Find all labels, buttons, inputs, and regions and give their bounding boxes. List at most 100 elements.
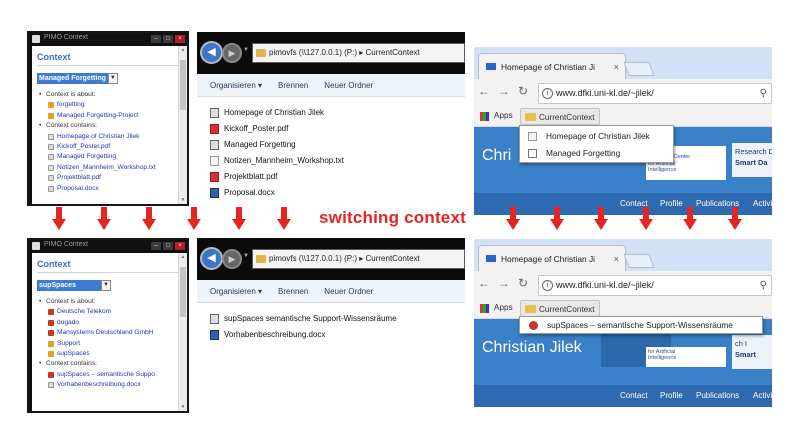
bookmark-folder-currentcontext[interactable]: CurrentContext bbox=[520, 108, 600, 125]
chevron-down-icon[interactable]: ▼ bbox=[107, 72, 118, 84]
apps-link[interactable]: Apps bbox=[494, 111, 513, 120]
context-window-titlebar[interactable]: PIMO Context – □ × bbox=[29, 240, 187, 253]
forward-icon[interactable]: → bbox=[498, 84, 510, 98]
file-item[interactable]: Homepage of Christian Jilek bbox=[210, 105, 465, 121]
list-item[interactable]: Deutsche Telekom bbox=[37, 307, 185, 317]
explorer-address-bar[interactable]: pimovfs (\\127.0.0.1) (P:) ▸ CurrentCont… bbox=[252, 43, 465, 63]
folder-icon bbox=[256, 255, 266, 263]
forward-icon[interactable]: → bbox=[498, 276, 510, 290]
scroll-down-icon[interactable]: ▼ bbox=[179, 404, 187, 410]
list-item[interactable]: Homepage of Christian Jilek bbox=[37, 132, 185, 142]
apps-link[interactable]: Apps bbox=[494, 303, 513, 312]
menu-item[interactable]: Homepage of Christian Jilek bbox=[520, 128, 673, 145]
file-item[interactable]: Projektblatt.pdf bbox=[210, 169, 465, 185]
apps-grid-icon[interactable] bbox=[480, 304, 489, 313]
tag-icon bbox=[48, 351, 54, 358]
nav-activities[interactable]: Activi bbox=[753, 391, 772, 400]
close-tab-icon[interactable]: × bbox=[614, 54, 619, 80]
list-item[interactable]: Support bbox=[37, 339, 185, 349]
scrollbar[interactable]: ▲ ▼ bbox=[178, 46, 187, 204]
file-item[interactable]: Notizen_Mannheim_Workshop.txt bbox=[210, 153, 465, 169]
web-resource-icon bbox=[48, 371, 54, 378]
back-icon[interactable]: ← bbox=[478, 84, 490, 98]
chevron-down-icon[interactable]: ▼ bbox=[101, 279, 111, 291]
file-item[interactable]: Vorhabenbeschreibung.docx bbox=[210, 327, 465, 343]
close-tab-icon[interactable]: × bbox=[614, 246, 619, 272]
close-button[interactable]: × bbox=[175, 35, 185, 43]
url-input[interactable]: i www.dfki.uni-kl.de/~jilek/ ⚲ bbox=[538, 275, 772, 296]
list-item[interactable]: Vorhabenbeschreibung.docx bbox=[37, 380, 185, 390]
list-item[interactable]: Notizen_Mannheim_Workshop.txt bbox=[37, 163, 185, 173]
scroll-thumb[interactable] bbox=[180, 267, 186, 317]
context-window-titlebar[interactable]: PIMO Context – □ × bbox=[29, 33, 187, 46]
apps-grid-icon[interactable] bbox=[480, 112, 489, 121]
forward-arrow-icon[interactable]: ▶ bbox=[222, 43, 242, 63]
menu-item[interactable]: Managed Forgetting bbox=[520, 145, 673, 162]
document-icon bbox=[528, 149, 537, 158]
nav-profile[interactable]: Profile bbox=[660, 391, 683, 400]
nav-publications[interactable]: Publications bbox=[696, 391, 739, 400]
explorer-address-bar[interactable]: pimovfs (\\127.0.0.1) (P:) ▸ CurrentCont… bbox=[252, 249, 465, 269]
about-label: • Context is about: bbox=[39, 298, 96, 305]
history-dropdown-icon[interactable]: ▼ bbox=[243, 253, 249, 259]
header-right-text: ch I Smart bbox=[732, 335, 772, 369]
list-item[interactable]: Mansystems Deutschland GmbH bbox=[37, 328, 185, 338]
new-tab-button[interactable] bbox=[623, 254, 655, 268]
nav-activities[interactable]: Activi bbox=[753, 199, 772, 208]
bookmark-dropdown-bottom[interactable]: supSpaces – semantische Support-Wissensr… bbox=[519, 316, 763, 334]
file-item[interactable]: Kickoff_Poster.pdf bbox=[210, 121, 465, 137]
file-item[interactable]: supSpaces semantische Support-Wissensräu… bbox=[210, 311, 465, 327]
bookmark-folder-currentcontext[interactable]: CurrentContext bbox=[520, 300, 600, 317]
context-select[interactable]: supSpaces ▼ bbox=[37, 279, 111, 291]
new-tab-button[interactable] bbox=[623, 62, 655, 76]
minimize-button[interactable]: – bbox=[151, 242, 161, 250]
back-icon[interactable]: ← bbox=[478, 276, 490, 290]
history-dropdown-icon[interactable]: ▼ bbox=[243, 47, 249, 53]
list-item[interactable]: Kickoff_Poster.pdf bbox=[37, 142, 185, 152]
organize-button[interactable]: Organisieren ▾ bbox=[210, 287, 262, 296]
list-item[interactable]: Managed Forgetting-Project bbox=[37, 111, 185, 121]
burn-button[interactable]: Brennen bbox=[278, 81, 308, 90]
reload-icon[interactable]: ↻ bbox=[518, 276, 528, 290]
info-icon[interactable]: i bbox=[542, 88, 553, 99]
context-select[interactable]: Managed Forgetting ▼ bbox=[37, 72, 118, 84]
nav-profile[interactable]: Profile bbox=[660, 199, 683, 208]
scrollbar[interactable]: ▲ ▼ bbox=[178, 253, 187, 411]
file-item[interactable]: Managed Forgetting bbox=[210, 137, 465, 153]
burn-button[interactable]: Brennen bbox=[278, 287, 308, 296]
maximize-button[interactable]: □ bbox=[163, 242, 173, 250]
reload-icon[interactable]: ↻ bbox=[518, 84, 528, 98]
browser-tab[interactable]: Homepage of Christian Ji × bbox=[478, 245, 626, 272]
forward-arrow-icon[interactable]: ▶ bbox=[222, 249, 242, 269]
zoom-icon[interactable]: ⚲ bbox=[760, 84, 767, 103]
back-arrow-icon[interactable]: ◀ bbox=[200, 247, 223, 270]
list-item[interactable]: dogado bbox=[37, 318, 185, 328]
down-arrow-icon bbox=[277, 207, 291, 231]
explorer-path: pimovfs (\\127.0.0.1) (P:) ▸ CurrentCont… bbox=[269, 48, 420, 57]
url-input[interactable]: i www.dfki.uni-kl.de/~jilek/ ⚲ bbox=[538, 83, 772, 104]
nav-contact[interactable]: Contact bbox=[620, 391, 648, 400]
new-folder-button[interactable]: Neuer Ordner bbox=[324, 81, 373, 90]
list-item[interactable]: Proposal.docx bbox=[37, 184, 185, 194]
maximize-button[interactable]: □ bbox=[163, 35, 173, 43]
scroll-thumb[interactable] bbox=[180, 60, 186, 110]
close-button[interactable]: × bbox=[175, 242, 185, 250]
back-arrow-icon[interactable]: ◀ bbox=[200, 41, 223, 64]
scroll-up-icon[interactable]: ▲ bbox=[179, 47, 187, 53]
browser-tab[interactable]: Homepage of Christian Ji × bbox=[478, 53, 626, 80]
minimize-button[interactable]: – bbox=[151, 35, 161, 43]
organize-button[interactable]: Organisieren ▾ bbox=[210, 81, 262, 90]
file-item[interactable]: Proposal.docx bbox=[210, 185, 465, 201]
list-item[interactable]: supSpaces – semantische Suppo bbox=[37, 370, 185, 380]
info-icon[interactable]: i bbox=[542, 280, 553, 291]
scroll-up-icon[interactable]: ▲ bbox=[179, 254, 187, 260]
list-item[interactable]: forgetting bbox=[37, 100, 185, 110]
list-item[interactable]: supSpaces bbox=[37, 349, 185, 359]
explorer-toolbar: Organisieren ▾ Brennen Neuer Ordner bbox=[197, 74, 465, 97]
scroll-down-icon[interactable]: ▼ bbox=[179, 197, 187, 203]
list-item[interactable]: Projektblatt.pdf bbox=[37, 173, 185, 183]
dfki-logo-text: for Artificial Intelligence bbox=[646, 347, 726, 367]
zoom-icon[interactable]: ⚲ bbox=[760, 276, 767, 295]
new-folder-button[interactable]: Neuer Ordner bbox=[324, 287, 373, 296]
list-item[interactable]: Managed Forgetting bbox=[37, 152, 185, 162]
